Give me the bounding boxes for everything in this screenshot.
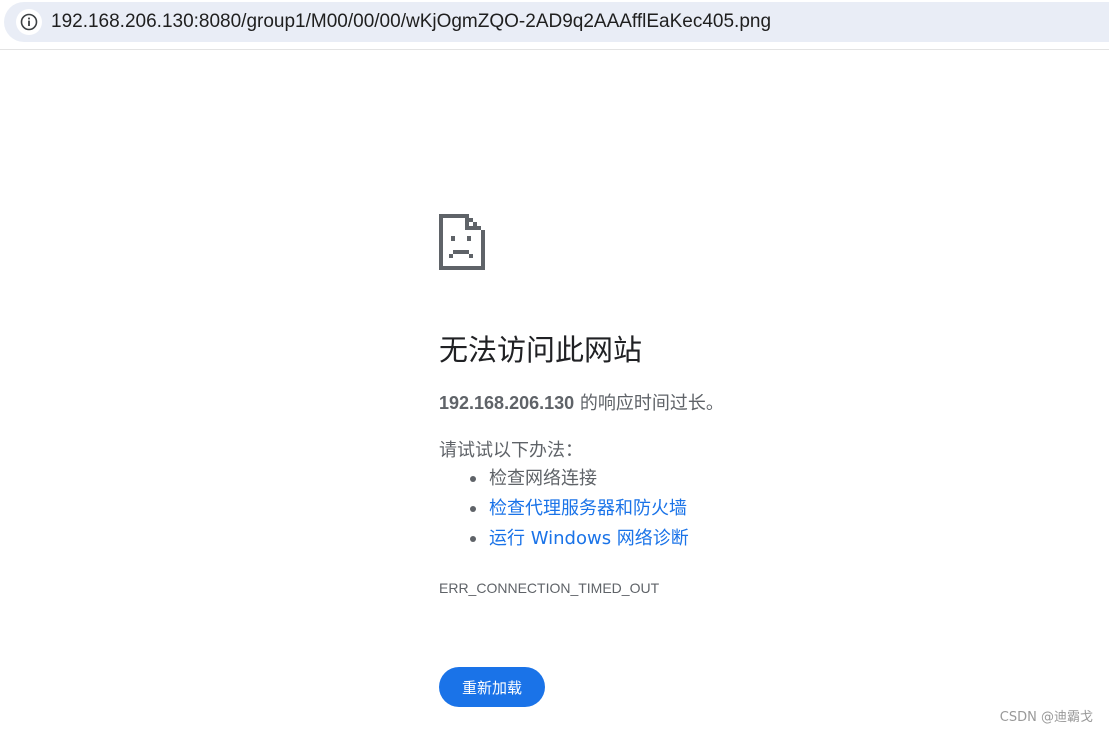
- suggestion-check-network: 检查网络连接: [439, 464, 689, 494]
- address-bar: 192.168.206.130:8080/group1/M00/00/00/wK…: [0, 0, 1109, 50]
- info-icon[interactable]: [16, 9, 42, 35]
- sad-page-icon: [439, 214, 485, 270]
- url-field[interactable]: 192.168.206.130:8080/group1/M00/00/00/wK…: [4, 2, 1109, 42]
- error-heading: 无法访问此网站: [439, 333, 643, 367]
- error-summary: 192.168.206.130 的响应时间过长。: [439, 389, 724, 415]
- bullet-icon: [470, 536, 476, 542]
- suggestion-label: 检查网络连接: [489, 468, 597, 489]
- suggestion-run-network-diagnostics[interactable]: 运行 Windows 网络诊断: [439, 524, 689, 554]
- bullet-icon: [470, 476, 476, 482]
- suggestion-link[interactable]: 运行 Windows 网络诊断: [489, 528, 689, 549]
- error-host: 192.168.206.130: [439, 393, 575, 413]
- suggestion-check-proxy-firewall[interactable]: 检查代理服务器和防火墙: [439, 494, 689, 524]
- url-text[interactable]: 192.168.206.130:8080/group1/M00/00/00/wK…: [51, 11, 771, 33]
- error-code: ERR_CONNECTION_TIMED_OUT: [439, 580, 660, 596]
- reload-button[interactable]: 重新加载: [439, 667, 545, 707]
- suggestions-label: 请试试以下办法：: [439, 440, 583, 461]
- suggestions-list: 检查网络连接 检查代理服务器和防火墙 运行 Windows 网络诊断: [439, 464, 689, 554]
- suggestion-link[interactable]: 检查代理服务器和防火墙: [489, 498, 687, 519]
- bullet-icon: [470, 506, 476, 512]
- watermark: CSDN @迪霸戈: [999, 710, 1093, 725]
- error-summary-text: 的响应时间过长。: [574, 393, 724, 414]
